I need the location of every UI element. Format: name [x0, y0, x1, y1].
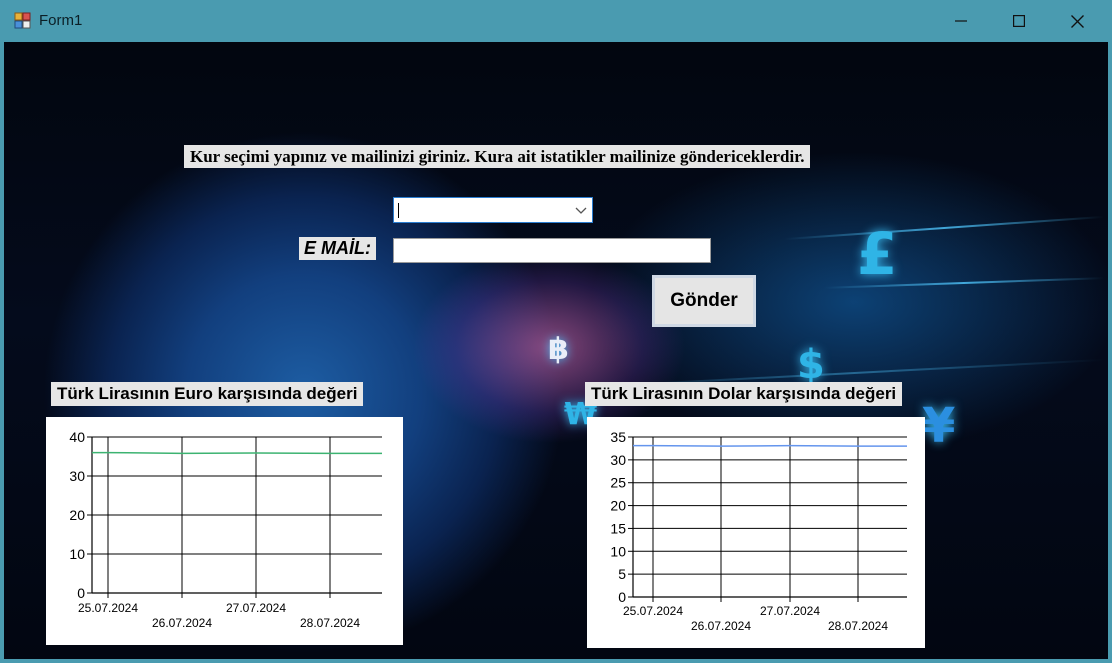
dollar-chart-svg: 0 5 10 15 20 25 30 35 25.07.2024 26.07.2024 27.07.…: [610, 429, 907, 633]
email-field[interactable]: [393, 238, 711, 263]
euro-chart-label: Türk Lirasının Euro karşısında değeri: [51, 382, 364, 406]
series-line: [92, 451, 382, 455]
dollar-chart-label: Türk Lirasının Dolar karşısında değeri: [585, 382, 903, 406]
pound-symbol: £: [857, 220, 898, 288]
baht-symbol: ฿: [548, 332, 569, 367]
background-light-streak: [784, 215, 1104, 241]
y-tick-label: 40: [69, 429, 85, 445]
x-tick-label: 27.07.2024: [226, 601, 286, 615]
y-tick-label: 20: [69, 507, 85, 523]
close-button[interactable]: [1048, 0, 1106, 42]
maximize-icon: [1013, 15, 1025, 27]
currency-select[interactable]: [393, 197, 593, 223]
dollar-chart: 0 5 10 15 20 25 30 35 25.07.2024 26.07.2024 27.07.…: [587, 417, 925, 648]
data-point: [857, 445, 859, 447]
chevron-down-icon[interactable]: [574, 202, 588, 218]
data-point: [181, 452, 183, 455]
data-point: [652, 444, 654, 447]
y-tick-label: 0: [618, 589, 626, 605]
x-tick-label: 26.07.2024: [691, 619, 751, 633]
y-tick-label: 0: [77, 585, 85, 601]
app-icon: [14, 12, 31, 29]
maximize-button[interactable]: [990, 0, 1048, 42]
euro-chart: 0 10 20 30 40 25.07.2024 26.07.2024 27.07.2024 2…: [46, 417, 403, 645]
close-icon: [1070, 14, 1084, 28]
data-point: [789, 444, 791, 447]
text-caret: [398, 203, 399, 218]
y-tick-label: 15: [610, 520, 626, 536]
form-client-area: £ ฿ $ ₩ ¥ Kur seçimi yapınız ve mailiniz…: [4, 42, 1108, 659]
email-label: E MAİL:: [299, 237, 376, 260]
x-tick-label: 25.07.2024: [623, 604, 683, 618]
x-tick-label: 25.07.2024: [78, 601, 138, 615]
y-tick-label: 10: [610, 543, 626, 559]
instruction-label: Kur seçimi yapınız ve mailinizi giriniz.…: [184, 145, 811, 168]
x-tick-label: 27.07.2024: [760, 604, 820, 618]
title-bar[interactable]: Form1: [0, 0, 1112, 42]
data-point: [329, 452, 331, 455]
window-title: Form1: [39, 12, 83, 29]
x-tick-label: 28.07.2024: [828, 619, 888, 633]
y-tick-label: 30: [69, 468, 85, 484]
minimize-button[interactable]: [932, 0, 990, 42]
app-window: Form1 £ ฿ $ ₩ ¥ Kur seçimi yapınız ve ma…: [0, 0, 1112, 663]
y-tick-label: 10: [69, 546, 85, 562]
data-point: [255, 452, 257, 454]
y-tick-label: 35: [610, 429, 626, 445]
minimize-icon: [955, 20, 967, 22]
send-button[interactable]: Gönder: [652, 275, 756, 327]
y-tick-label: 20: [610, 498, 626, 514]
y-tick-label: 30: [610, 452, 626, 468]
data-point: [720, 445, 722, 447]
y-tick-label: 25: [610, 475, 626, 491]
y-tick-label: 5: [618, 566, 626, 582]
data-point: [107, 451, 109, 454]
x-tick-label: 26.07.2024: [152, 616, 212, 630]
yen-symbol: ¥: [922, 398, 956, 454]
euro-chart-svg: 0 10 20 30 40 25.07.2024 26.07.2024 27.07.2024 2…: [69, 429, 382, 630]
x-tick-label: 28.07.2024: [300, 616, 360, 630]
